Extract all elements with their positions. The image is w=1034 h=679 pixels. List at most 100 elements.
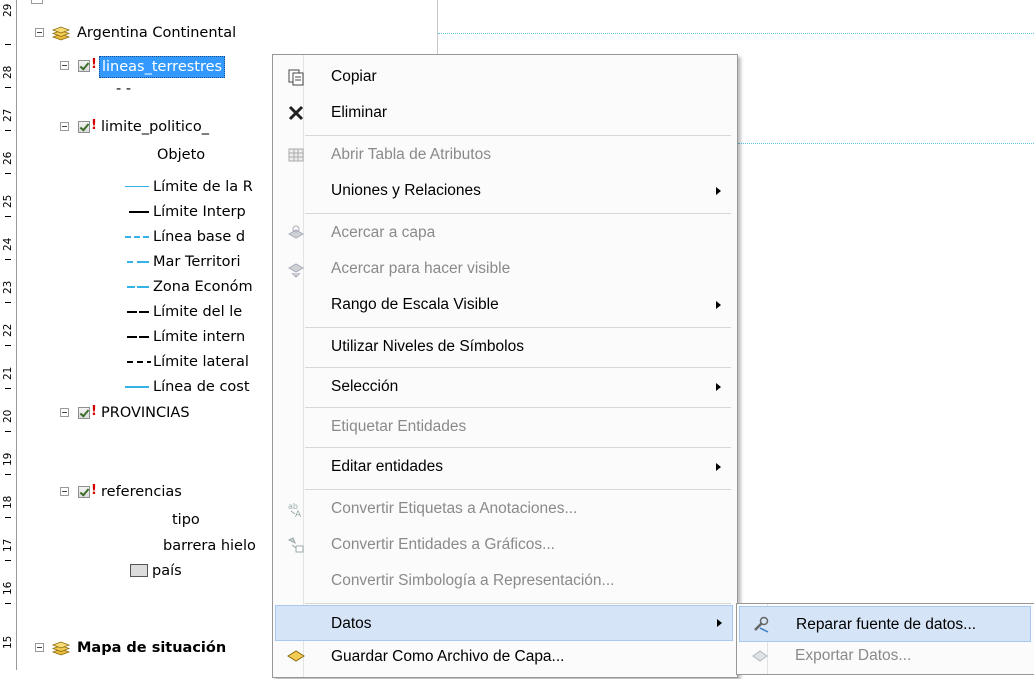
convert-labels-icon: ab A — [288, 502, 302, 518]
layer-file-icon — [287, 650, 305, 662]
menu-item-uniones[interactable]: Uniones y Relaciones — [275, 173, 733, 209]
menu-item-label: Reparar fuente de datos... — [796, 616, 977, 633]
layer-name: referencias — [101, 484, 182, 500]
menu-separator — [305, 603, 731, 604]
legend-label: barrera hielo — [163, 538, 256, 554]
partial-row — [31, 0, 43, 4]
ruler-tick — [5, 302, 11, 303]
line-symbol — [139, 311, 149, 313]
menu-item-convertir-entidades[interactable]: Convertir Entidades a Gráficos... — [275, 527, 733, 563]
collapse-toggle[interactable] — [60, 122, 69, 131]
menu-item-editar-entidades[interactable]: Editar entidades — [275, 449, 733, 485]
collapse-toggle[interactable] — [35, 28, 44, 37]
datos-submenu: Reparar fuente de datos... Exportar Dato… — [736, 603, 1034, 675]
ruler-tick — [5, 44, 11, 45]
delete-icon — [288, 105, 304, 121]
menu-item-convertir-etiquetas[interactable]: ab A Convertir Etiquetas a Anotaciones..… — [275, 491, 733, 527]
ruler-label: 23 — [2, 280, 14, 294]
ruler-tick — [5, 388, 11, 389]
ruler-tick — [5, 603, 11, 604]
line-symbol — [127, 286, 135, 288]
line-symbol — [125, 386, 149, 388]
table-icon — [288, 148, 304, 162]
layer-name-selected[interactable]: lineas_terrestres — [99, 56, 226, 78]
menu-item-acercar-visible[interactable]: Acercar para hacer visible — [275, 251, 733, 287]
layer-visibility-checkbox[interactable] — [78, 60, 90, 72]
menu-item-rango-escala[interactable]: Rango de Escala Visible — [275, 287, 733, 323]
layer-name: limite_politico_ — [101, 119, 210, 135]
warning-icon: ! — [91, 57, 97, 72]
legend-label: Mar Territori — [153, 254, 241, 270]
collapse-toggle[interactable] — [60, 61, 69, 70]
legend-label: Línea base d — [153, 229, 246, 245]
layer-visibility-checkbox[interactable] — [78, 486, 90, 498]
legend-label: Límite intern — [153, 329, 246, 345]
menu-item-abrir-tabla[interactable]: Abrir Tabla de Atributos — [275, 137, 733, 173]
submenu-arrow-icon — [717, 619, 722, 627]
field-name: tipo — [172, 512, 200, 528]
convert-features-icon — [287, 537, 304, 553]
menu-item-acercar-capa[interactable]: Acercar a capa — [275, 215, 733, 251]
menu-separator — [305, 327, 731, 328]
ruler-tick — [5, 560, 11, 561]
line-symbol — [147, 361, 151, 363]
menu-item-eliminar[interactable]: Eliminar — [275, 95, 733, 131]
menu-item-label: Exportar Datos... — [795, 647, 912, 664]
ruler-label: 15 — [2, 635, 14, 649]
menu-item-copiar[interactable]: Copiar — [275, 59, 733, 95]
legend-dash-label: - - — [116, 81, 132, 97]
polygon-symbol — [130, 564, 148, 577]
menu-item-label: Copiar — [331, 68, 377, 85]
legend-field: Objeto — [157, 144, 205, 166]
legend-label: Límite Interp — [153, 204, 246, 220]
legend-label: país — [152, 563, 182, 579]
menu-separator — [305, 213, 731, 214]
menu-item-seleccion[interactable]: Selección — [275, 369, 733, 405]
data-frame-label: Mapa de situación — [77, 640, 227, 656]
menu-item-convertir-simbologia[interactable]: Convertir Simbología a Representación... — [275, 563, 733, 599]
ruler-tick — [5, 173, 11, 174]
submenu-arrow-icon — [716, 301, 721, 309]
data-frame-label: Argentina Continental — [77, 25, 237, 41]
collapse-toggle[interactable] — [60, 487, 69, 496]
menu-item-label: Acercar para hacer visible — [331, 260, 511, 277]
line-symbol — [127, 336, 137, 338]
warning-icon: ! — [91, 483, 97, 498]
layer-name: PROVINCIAS — [101, 405, 190, 421]
menu-item-etiquetar[interactable]: Etiquetar Entidades — [275, 409, 733, 445]
menu-item-label: Abrir Tabla de Atributos — [331, 146, 491, 163]
legend-label: Límite lateral — [153, 354, 249, 370]
line-symbol — [127, 311, 137, 313]
copy-icon — [288, 69, 304, 86]
menu-item-datos[interactable]: Datos — [275, 605, 733, 641]
line-symbol — [137, 261, 149, 263]
ruler-tick — [5, 87, 11, 88]
ruler-label: 29 — [2, 3, 14, 17]
data-frame-argentina[interactable]: Argentina Continental — [17, 22, 437, 44]
ruler-label: 16 — [2, 581, 14, 595]
ruler-label: 17 — [2, 538, 14, 552]
submenu-item-reparar[interactable]: Reparar fuente de datos... — [739, 606, 1031, 642]
ruler-label: 21 — [2, 366, 14, 380]
legend-field: tipo — [172, 509, 200, 531]
warning-icon: ! — [91, 404, 97, 419]
menu-item-guardar-capa[interactable]: Guardar Como Archivo de Capa... — [275, 643, 733, 679]
menu-item-niveles-simbolos[interactable]: Utilizar Niveles de Símbolos — [275, 329, 733, 365]
layer-visibility-checkbox[interactable] — [78, 121, 90, 133]
ruler-tick — [5, 431, 11, 432]
menu-item-label: Guardar Como Archivo de Capa... — [331, 648, 565, 665]
legend-symbol: - - — [116, 78, 131, 100]
menu-item-label: Selección — [331, 378, 399, 395]
submenu-item-exportar[interactable]: Exportar Datos... — [739, 642, 1031, 678]
legend-label: Límite de la R — [153, 179, 253, 195]
vertical-ruler: 29 28 27 26 25 24 23 22 21 20 19 18 17 1… — [0, 0, 17, 670]
layer-visibility-checkbox[interactable] — [78, 407, 90, 419]
collapse-toggle[interactable] — [35, 643, 44, 652]
ruler-label: 26 — [2, 151, 14, 165]
field-name: Objeto — [157, 147, 206, 163]
submenu-arrow-icon — [716, 383, 721, 391]
line-symbol — [125, 236, 149, 238]
line-symbol — [127, 261, 133, 263]
line-symbol — [129, 211, 149, 213]
collapse-toggle[interactable] — [60, 408, 69, 417]
